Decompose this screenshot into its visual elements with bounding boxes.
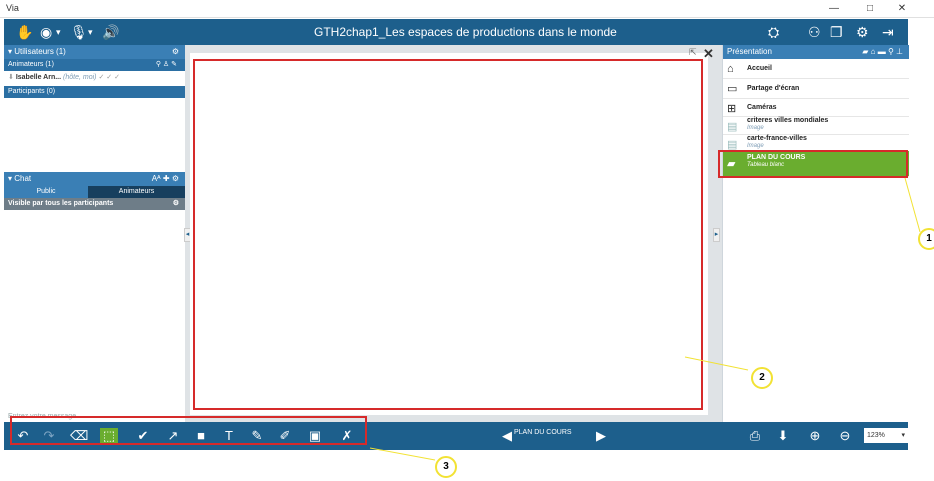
settings-icon[interactable]: ⚙ <box>856 23 869 41</box>
microphone-icon[interactable]: 🎙 <box>70 23 88 41</box>
callout-1: 1 <box>918 228 934 250</box>
presentation-header-label: Présentation <box>727 47 772 56</box>
user-row[interactable]: ⬇ Isabelle Arn... (hôte, moi) ✓ ✓ ✓ <box>4 72 185 84</box>
download-icon[interactable]: ⬇ <box>774 428 792 444</box>
presentation-panel: Présentation ▰ ⌂ ▬ ⚲ ⊥ ⌂ Accueil ▭ Parta… <box>722 45 909 422</box>
animators-header: Animateurs (1) ⚲ ♙ ✎ <box>4 59 185 71</box>
users-panel-header[interactable]: ▾ Utilisateurs (1) ⚙ <box>4 45 185 59</box>
microphone-icon: ⬇ <box>8 74 16 81</box>
participants-header: Participants (0) <box>4 86 185 98</box>
monitor-icon: ▭ <box>727 83 738 95</box>
print-icon[interactable]: ⎙ <box>746 428 764 444</box>
chevron-down-icon[interactable]: ▾ <box>56 23 61 41</box>
item-type: Image <box>747 143 764 149</box>
user-tools-icon[interactable]: ⚲ ♙ ✎ <box>156 59 177 71</box>
close-icon[interactable]: ✕ <box>703 46 714 62</box>
close-window-button[interactable]: ✕ <box>892 2 912 16</box>
chat-header-label: Chat <box>14 174 32 183</box>
zoom-select[interactable]: 123% ▾ <box>864 428 908 443</box>
item-label: Accueil <box>747 65 772 72</box>
zoom-value: 123% <box>867 432 885 439</box>
item-type: Image <box>747 125 764 131</box>
next-icon[interactable]: ▶ <box>592 428 610 444</box>
image-thumbnail-icon: ▤ <box>727 121 738 133</box>
presentation-header: Présentation ▰ ⌂ ▬ ⚲ ⊥ <box>723 45 909 59</box>
users-header-label: Utilisateurs (1) <box>14 47 66 56</box>
chat-tabs: Public Animateurs <box>4 186 185 198</box>
collapse-right-icon[interactable]: ▸ <box>713 228 720 242</box>
presentation-item-image-1[interactable]: ▤ criteres villes mondiales Image <box>723 117 909 135</box>
presentation-item-cameras[interactable]: ⊞ Caméras <box>723 99 909 117</box>
session-title: GTH2chap1_Les espaces de productions dan… <box>314 25 617 39</box>
app-title: Via <box>6 3 19 13</box>
share-icon[interactable]: ⛭ <box>768 23 779 41</box>
camera-grid-icon: ⊞ <box>727 103 737 115</box>
annotation-box-presentation <box>718 150 908 178</box>
callout-3: 3 <box>435 456 457 478</box>
chat-tools-icon[interactable]: Aᴬ ✚ ⚙ <box>152 172 179 186</box>
item-label: Partage d'écran <box>747 85 800 92</box>
home-icon: ⌂ <box>727 63 734 75</box>
webcam-icon[interactable]: ◉ <box>40 23 52 41</box>
item-label: Caméras <box>747 104 777 111</box>
fullscreen-icon[interactable]: ⇱ <box>689 47 697 58</box>
item-label: carte-france-villes <box>747 135 807 142</box>
os-title-bar: Via — □ ✕ <box>0 0 934 18</box>
user-role: (hôte, moi) <box>63 74 97 81</box>
exit-icon[interactable]: ⇥ <box>882 23 894 41</box>
chevron-down-icon[interactable]: ▾ <box>88 23 93 41</box>
maximize-button[interactable]: □ <box>860 2 880 16</box>
left-panel: ▾ Utilisateurs (1) ⚙ Animateurs (1) ⚲ ♙ … <box>4 45 185 422</box>
presentation-item-screen-share[interactable]: ▭ Partage d'écran <box>723 79 909 99</box>
chat-visibility-label: Visible par tous les participants <box>8 200 114 207</box>
chevron-down-icon: ▾ <box>901 432 905 439</box>
animators-header-label: Animateurs (1) <box>8 61 54 68</box>
app-top-bar: ✋ ◉ ▾ 🎙 ▾ 🔊 GTH2chap1_Les espaces de pro… <box>4 19 908 45</box>
font-size-label: Aᴬ <box>151 174 161 183</box>
annotation-box-toolbar <box>10 416 367 445</box>
check-icon: ✓ ✓ ✓ <box>98 74 120 81</box>
via-app-window: Via — □ ✕ ✋ ◉ ▾ 🎙 ▾ 🔊 GTH2chap1_Les espa… <box>0 0 934 481</box>
chat-panel-header[interactable]: ▾ Chat Aᴬ ✚ ⚙ <box>4 172 185 186</box>
presentation-tools-icon[interactable]: ▰ ⌂ ▬ ⚲ ⊥ <box>862 45 903 59</box>
tab-public[interactable]: Public <box>4 186 88 198</box>
minimize-button[interactable]: — <box>824 2 844 16</box>
zoom-out-icon[interactable]: ⊖ <box>836 428 854 444</box>
speaker-icon[interactable]: 🔊 <box>102 23 119 41</box>
layout-icon[interactable]: ❐ <box>830 23 843 41</box>
gear-icon[interactable]: ⚙ <box>173 198 179 210</box>
document-nav-label: PLAN DU COURS <box>514 429 572 436</box>
gear-icon[interactable]: ⚙ <box>172 45 179 59</box>
callout-2: 2 <box>751 367 773 389</box>
user-name: Isabelle Arn... <box>15 74 62 81</box>
hand-raise-icon[interactable]: ✋ <box>16 23 33 41</box>
tab-animateurs[interactable]: Animateurs <box>88 186 185 198</box>
chat-visibility-bar: Visible par tous les participants ⚙ <box>4 198 185 210</box>
item-label: criteres villes mondiales <box>747 117 829 124</box>
annotation-box-whiteboard <box>193 59 703 410</box>
users-network-icon[interactable]: ⚇ <box>808 23 821 41</box>
zoom-in-icon[interactable]: ⊕ <box>806 428 824 444</box>
presentation-item-accueil[interactable]: ⌂ Accueil <box>723 59 909 79</box>
